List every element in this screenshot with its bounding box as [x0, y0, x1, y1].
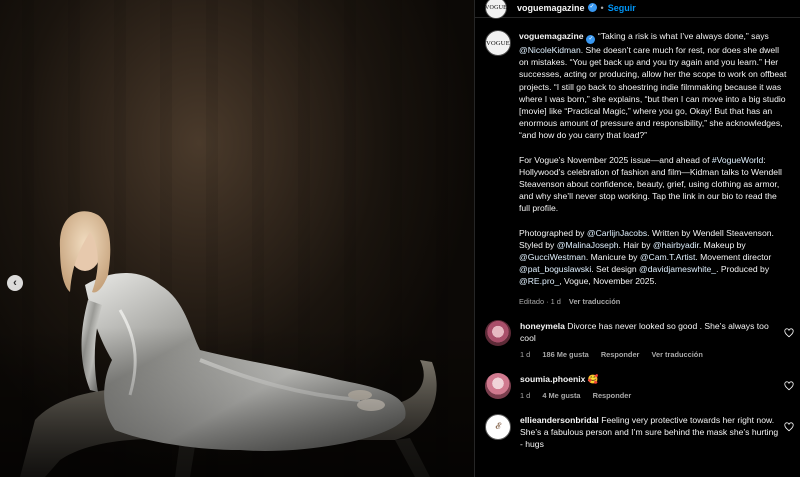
caption-text: . Hair by: [618, 239, 653, 250]
floor-shadow: [0, 327, 474, 477]
mention-link[interactable]: @davidjameswhite_: [639, 264, 716, 274]
comment-text: 🥰: [585, 373, 599, 384]
comment-meta: 1 d 186 Me gusta Responder Ver traducció…: [520, 349, 780, 361]
comments-scroll-area[interactable]: VOGUE voguemagazine ✓ “Taking a risk is w…: [475, 30, 800, 477]
comment-username[interactable]: soumia.phoenix: [520, 374, 585, 384]
mention-link[interactable]: @hairbyadir: [653, 240, 699, 250]
mention-link[interactable]: @NicoleKidman: [519, 45, 581, 55]
comment-time: 1 d: [520, 390, 531, 400]
mention-link[interactable]: @RE.pro_: [519, 276, 559, 286]
comment-likes[interactable]: 186 Me gusta: [542, 350, 588, 359]
comment-body: soumia.phoenix 🥰 1 d 4 Me gusta Responde…: [520, 373, 780, 402]
reply-button[interactable]: Responder: [593, 391, 632, 400]
caption-text: , Vogue, November 2025.: [559, 276, 657, 287]
caption-text: Photographed by: [519, 227, 587, 238]
caption-text: . She doesn’t care much for rest, nor do…: [519, 45, 787, 141]
caption-timestamp: Editado · 1 d: [519, 296, 561, 306]
comment-item: honeymela Divorce has never looked so go…: [475, 319, 800, 361]
comment-meta: 1 d 4 Me gusta Responder: [520, 390, 780, 402]
post-photo[interactable]: ‹: [0, 0, 474, 477]
comment-username[interactable]: honeymela: [520, 321, 565, 331]
heart-icon[interactable]: [784, 328, 794, 338]
post-header: VOGUE voguemagazine ✓ • Seguir: [475, 0, 800, 19]
caption-meta: Editado · 1 d Ver traducción: [519, 296, 790, 308]
comment-body: ellieandersonbridal Feeling very protect…: [520, 414, 780, 450]
caption-text: For Vogue’s November 2025 issue—and ahea…: [519, 154, 712, 165]
comment-item: soumia.phoenix 🥰 1 d 4 Me gusta Responde…: [475, 372, 800, 402]
avatar[interactable]: VOGUE: [485, 0, 507, 19]
separator: •: [600, 2, 604, 13]
follow-button[interactable]: Seguir: [608, 3, 636, 13]
chevron-left-icon: ‹: [13, 277, 17, 289]
comment-item: 𝓔 ellieandersonbridal Feeling very prote…: [475, 413, 800, 450]
post-caption: VOGUE voguemagazine ✓ “Taking a risk is w…: [475, 30, 800, 308]
mention-link[interactable]: @GucciWestman: [519, 252, 586, 262]
caption-text: “Taking a risk is what I’ve always done,…: [595, 31, 769, 41]
monogram-logo-icon: 𝓔: [495, 421, 501, 432]
caption-avatar[interactable]: VOGUE: [485, 30, 511, 56]
mention-link[interactable]: @CarlijnJacobs: [587, 228, 647, 238]
mention-link[interactable]: @Cam.T.Artist: [640, 252, 696, 262]
translate-link[interactable]: Ver traducción: [652, 350, 703, 359]
post-side-panel: VOGUE voguemagazine ✓ • Seguir VOGUE vog…: [474, 0, 800, 477]
instagram-post: ‹ VOGUE voguemagazine ✓ • Seguir VOGUE v…: [0, 0, 800, 477]
carousel-prev-button[interactable]: ‹: [7, 275, 23, 291]
comment-body: honeymela Divorce has never looked so go…: [520, 320, 780, 361]
commenter-avatar[interactable]: [485, 319, 511, 346]
reply-button[interactable]: Responder: [601, 350, 640, 359]
comment-likes[interactable]: 4 Me gusta: [542, 391, 580, 400]
comment-time: 1 d: [520, 349, 531, 359]
comment-username[interactable]: ellieandersonbridal: [520, 415, 599, 425]
heart-icon[interactable]: [784, 422, 794, 432]
translate-link[interactable]: Ver traducción: [569, 297, 620, 306]
commenter-avatar[interactable]: [485, 372, 511, 399]
caption-body: voguemagazine ✓ “Taking a risk is what I’…: [519, 30, 790, 308]
commenter-avatar[interactable]: 𝓔: [485, 413, 511, 440]
caption-text: . Movement director: [695, 252, 772, 263]
caption-text: . Manicure by: [585, 252, 640, 263]
caption-text: . Produced by: [716, 264, 770, 275]
heart-icon[interactable]: [784, 381, 794, 391]
hashtag-link[interactable]: #VogueWorld: [712, 155, 763, 165]
mention-link[interactable]: @pat_boguslawski: [519, 264, 591, 274]
verified-badge-icon: ✓: [587, 3, 597, 12]
caption-text: . Set design: [591, 264, 640, 275]
mention-link[interactable]: @MalinaJoseph: [557, 240, 619, 250]
caption-text: . Makeup by: [698, 239, 746, 250]
caption-username[interactable]: voguemagazine: [519, 31, 583, 41]
header-username[interactable]: voguemagazine: [517, 3, 585, 13]
